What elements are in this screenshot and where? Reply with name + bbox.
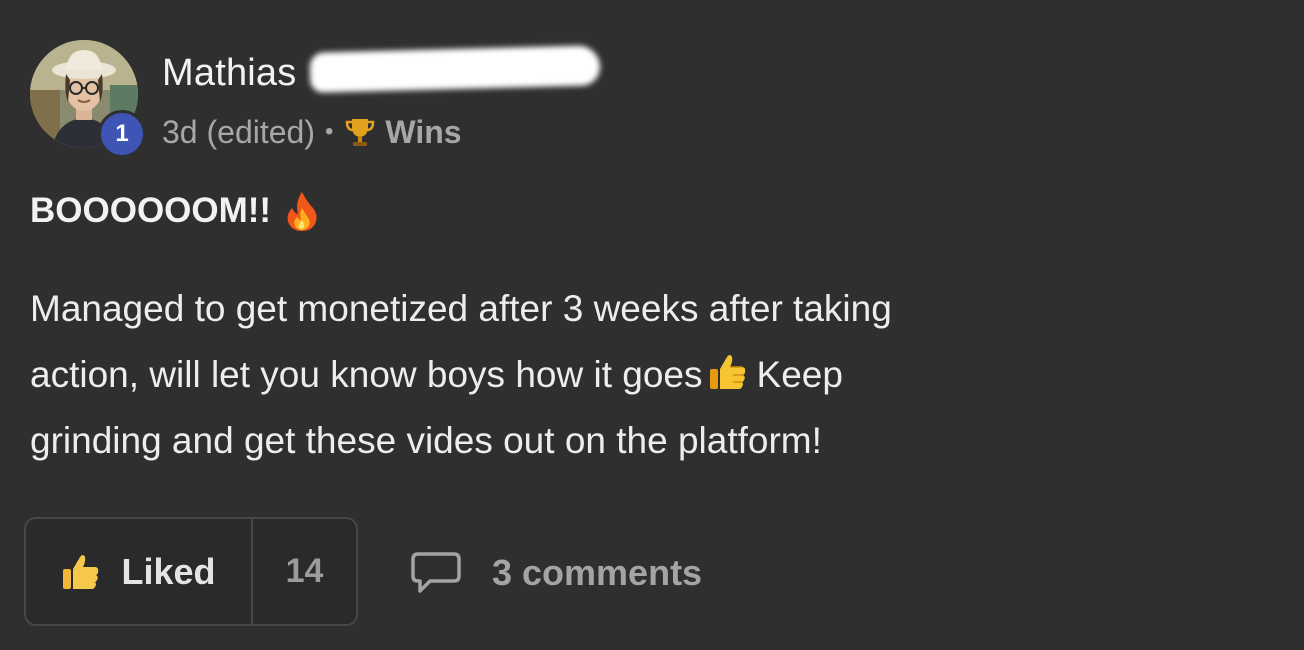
like-button[interactable]: Liked (26, 519, 253, 624)
comments-link[interactable]: 3 comments (410, 545, 702, 601)
post-meta: 3d (edited) • Wins (162, 112, 462, 152)
like-group: Liked 14 (24, 517, 358, 626)
post-body-line-1: Managed to get monetized after 3 weeks a… (30, 288, 892, 329)
like-count[interactable]: 14 (253, 519, 356, 624)
name-redaction (309, 45, 601, 93)
meta-separator: • (324, 118, 334, 145)
post-title-text: BOOOOOOM!! (30, 191, 272, 230)
level-badge: 1 (98, 110, 146, 158)
author-line: Mathias (162, 45, 601, 98)
post-time: 3d (edited) (162, 113, 315, 150)
post-title: BOOOOOOM!! (30, 190, 319, 232)
trophy-icon (346, 119, 375, 146)
author-avatar-container[interactable]: 1 (30, 40, 146, 158)
post-body: Managed to get monetized after 3 weeks a… (30, 276, 1090, 474)
post-body-line-2: action, will let you know boys how it go… (30, 342, 1090, 408)
thumbs-up-icon (63, 554, 99, 589)
category-label[interactable]: Wins (385, 114, 461, 151)
like-label: Liked (121, 550, 216, 592)
post-body-line-2-text: action, will let you know boys how it go… (30, 354, 703, 395)
fire-icon (287, 192, 317, 231)
comments-label: 3 comments (492, 552, 703, 593)
post-body-line-2-tail: Keep (756, 354, 843, 395)
post-card: 1 Mathias 3d (edited) • Wins BOOOOOOM!! … (0, 0, 1304, 650)
comment-bubble-icon (411, 552, 461, 593)
post-body-line-3: grinding and get these vides out on the … (30, 420, 822, 461)
thumbs-up-icon (709, 355, 745, 389)
author-name[interactable]: Mathias (162, 52, 296, 95)
